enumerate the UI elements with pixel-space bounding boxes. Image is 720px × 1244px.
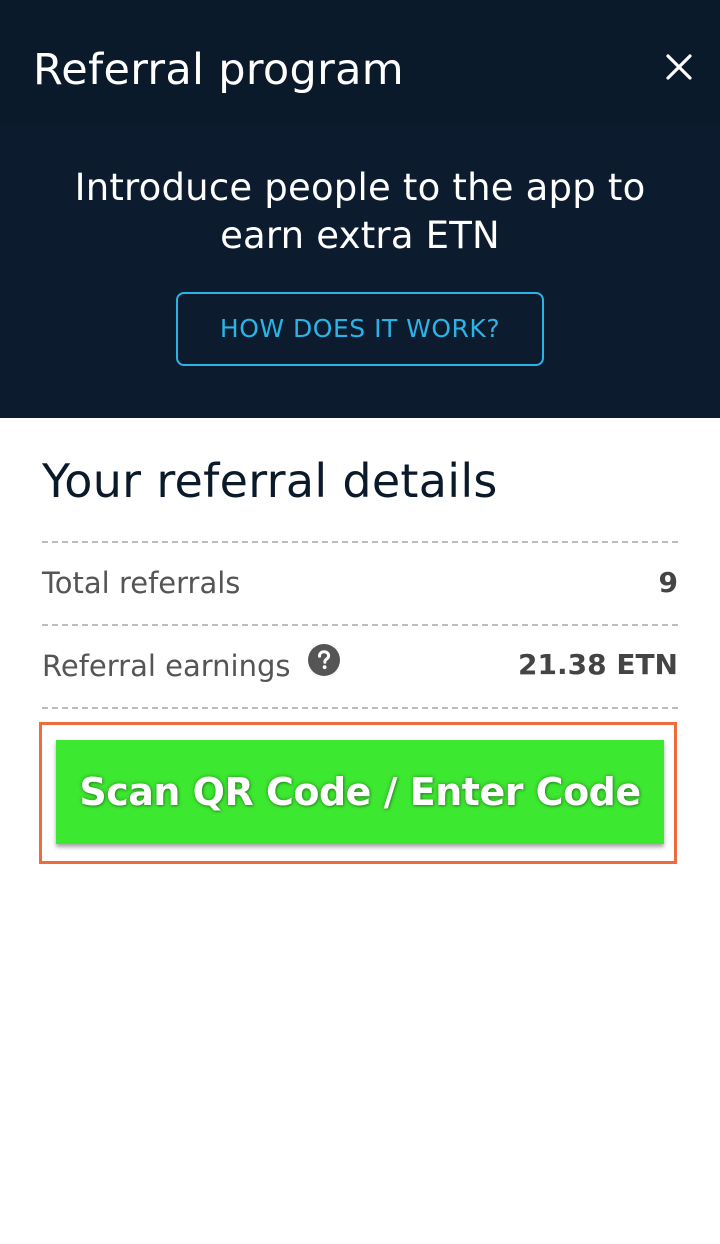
total-referrals-value: 9 [658, 566, 678, 599]
how-does-it-work-button[interactable]: HOW DOES IT WORK? [176, 292, 544, 366]
referral-earnings-value: 21.38 ETN [518, 648, 678, 681]
page-title: Referral program [33, 45, 404, 95]
scan-qr-code-button[interactable]: Scan QR Code / Enter Code [56, 740, 664, 844]
help-circle-icon[interactable] [307, 644, 340, 686]
divider [42, 707, 678, 709]
divider [42, 541, 678, 543]
total-referrals-label: Total referrals [42, 566, 241, 600]
close-button[interactable] [662, 50, 696, 84]
intro-text: Introduce people to the app to earn extr… [74, 166, 646, 257]
app-header: Referral program [0, 0, 720, 124]
referral-earnings-label: Referral earnings [42, 649, 291, 683]
divider [42, 624, 678, 626]
referral-details-heading: Your referral details [42, 454, 498, 508]
referral-earnings-row: Referral earnings [42, 644, 340, 686]
intro-banner: Introduce people to the app to earn extr… [0, 124, 720, 418]
close-icon [666, 54, 692, 80]
